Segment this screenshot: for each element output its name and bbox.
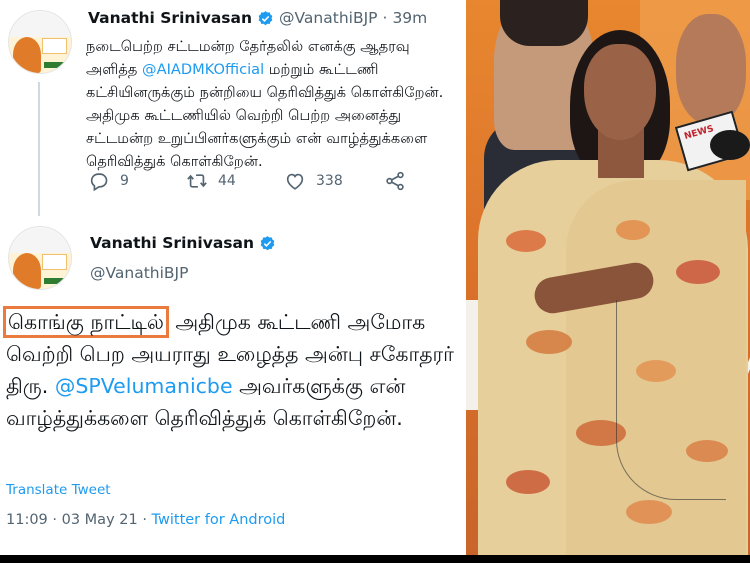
author-name[interactable]: Vanathi Srinivasan [90,234,254,252]
header-separator: · [382,9,388,27]
like-count: 338 [316,173,343,189]
mention-link[interactable]: @SPVelumanicbe [55,374,233,398]
like-icon [286,173,304,190]
thread-connector-line [38,82,40,216]
tweet-timestamp[interactable]: 11:09 · 03 May 21 [6,512,138,528]
tweet2-header: Vanathi Srinivasan [90,234,276,252]
tweet-meta: 11:09 · 03 May 21 · Twitter for Android [6,512,285,528]
like-button[interactable]: 338 [284,170,343,192]
speaker-photo: M NEWS [466,0,750,555]
reply-button[interactable]: 9 [88,170,129,192]
reply-count: 9 [120,173,129,189]
meta-separator: · [137,512,152,528]
tweet-source-link[interactable]: Twitter for Android [152,512,286,528]
retweet-button[interactable]: 44 [186,170,236,192]
highlighted-phrase: கொங்கு நாட்டில் [3,306,169,338]
share-icon [386,171,404,191]
reply-icon [90,173,108,192]
verified-badge-icon [260,235,275,250]
retweet-count: 44 [218,173,236,189]
bottom-border [0,555,750,563]
tweet1-actions: 9 44 338 [88,170,418,196]
verified-badge-icon [258,10,273,25]
mention-link[interactable]: @AIADMKOfficial [142,61,264,78]
author-avatar[interactable] [8,10,72,74]
share-button[interactable] [384,170,406,192]
author-avatar[interactable] [8,226,72,290]
author-handle[interactable]: @VanathiBJP [279,9,377,27]
tweet1-text: நடைபெற்ற சட்டமன்ற தேர்தலில் எனக்கு ஆதரவு… [86,35,462,173]
tweet2-text: கொங்கு நாட்டில் அதிமுக கூட்டணி அமோக வெற்… [3,306,458,434]
retweet-icon [187,174,207,188]
tweet-screenshot-panel: Vanathi Srinivasan @VanathiBJP · 39m நடை… [0,0,462,563]
tweet-age[interactable]: 39m [392,9,427,27]
author-name[interactable]: Vanathi Srinivasan [88,9,252,27]
translate-tweet-link[interactable]: Translate Tweet [6,482,111,498]
author-handle[interactable]: @VanathiBJP [90,264,188,282]
tweet1-header: Vanathi Srinivasan @VanathiBJP · 39m [88,9,427,27]
